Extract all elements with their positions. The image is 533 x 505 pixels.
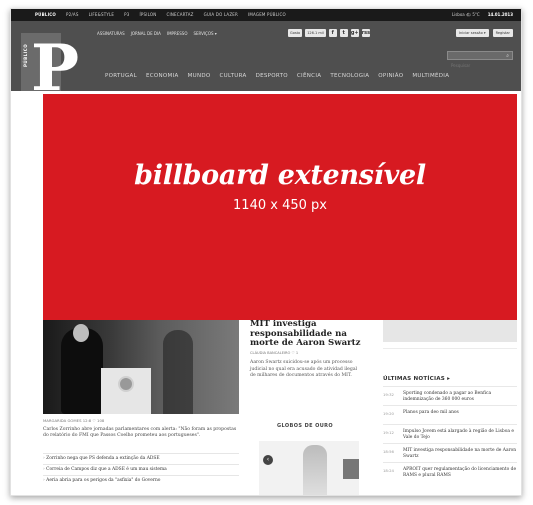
billboard-title: billboard extensível [134,160,426,191]
main-story-meta: MARGARIDA GOMES 12:8 ♡ 108 [43,418,105,423]
search-box: ⌕ [447,51,513,69]
related-link[interactable]: Correia de Campos diz que a ADSE é um ma… [43,464,239,475]
header-subnav: ASSINATURAS JORNAL DE DIA IMPRESSO SERVI… [97,31,217,36]
search-icon[interactable]: ⌕ [506,53,509,59]
news-item[interactable]: 19:32 Sporting condenado a pagar ao Benf… [383,386,517,405]
nav-opiniao[interactable]: OPINIÃO [378,73,403,79]
news-time: 19:32 [383,392,394,397]
globos-section-title[interactable]: GLOBOS DE OURO [277,423,333,429]
news-text: Planos para deo mil anos [403,410,459,415]
top-nav-p3[interactable]: P3 [124,12,129,17]
auth-buttons: Iniciar sessão ▾ Registar [455,29,513,37]
nav-portugal[interactable]: PORTUGAL [105,73,137,79]
search-input[interactable] [448,62,512,69]
news-text: APROIT quer regulamentação do licenciame… [403,467,517,478]
browser-viewport: PÚBLICO P2/AS LIFE&STYLE P3 ÍPSILON CINE… [10,8,522,496]
photo-shadow [163,330,193,414]
news-time: 19:12 [383,430,394,435]
nav-mundo[interactable]: MUNDO [188,73,211,79]
main-story-lede[interactable]: Carlos Zorrinho abre jornadas parlamenta… [43,427,239,439]
register-button[interactable]: Registar [492,29,513,37]
top-nav-guia-lazer[interactable]: GUIA DO LAZER [204,12,238,17]
top-bar-right: Lisboa 🌤 5°C 14.01.2013 [452,12,513,17]
mid-story-meta: CLÁUDIA BANCALEIRO ♡ 1 [250,351,299,355]
news-text: Impulso Jovem está alargado à região de … [403,429,514,440]
news-item[interactable]: 18:24 APROIT quer regulamentação do lice… [383,462,517,481]
related-link[interactable]: Aeria abria para os perigos da "asfixia"… [43,475,239,486]
subnav-assinaturas[interactable]: ASSINATURAS [97,31,125,36]
top-bar: PÚBLICO P2/AS LIFE&STYLE P3 ÍPSILON CINE… [11,9,521,21]
logo-wordmark: PÚBLICO [23,43,28,67]
photo-seal [118,376,134,392]
news-item[interactable]: 19:12 Impulso Jovem está alargado à regi… [383,424,517,443]
sidebar-ad[interactable] [383,320,517,342]
subnav-servicos[interactable]: SERVIÇOS ▾ [193,31,216,36]
globos-gallery[interactable]: ‹ [259,441,359,495]
nav-desporto[interactable]: DESPORTO [256,73,288,79]
nav-economia[interactable]: ECONOMIA [146,73,179,79]
weather-lisboa: Lisboa 🌤 5°C [451,12,480,17]
news-time: 18:56 [383,449,394,454]
photo-speaker-head [73,324,89,342]
logo-letter: P [31,31,80,106]
gallery-prev-icon[interactable]: ‹ [263,455,273,465]
social-buttons: Gosto 126.1 mil f t g+ rss [288,29,370,37]
main-story-photo[interactable] [43,320,239,414]
top-nav-ipsilon[interactable]: ÍPSILON [140,12,157,17]
current-date: 14.01.2013 [487,12,513,17]
news-item[interactable]: 18:56 MIT investiga responsabilidade na … [383,443,517,462]
news-text: MIT investiga responsabilidade na morte … [403,448,517,459]
top-nav-imagem[interactable]: IMAGEM PÚBLICO [248,12,286,17]
top-nav: PÚBLICO P2/AS LIFE&STYLE P3 ÍPSILON CINE… [35,12,286,17]
latest-news-list: 19:32 Sporting condenado a pagar ao Benf… [383,386,517,481]
mid-story-headline[interactable]: MIT investiga responsabilidade na morte … [250,319,362,349]
nav-tecnologia[interactable]: TECNOLOGIA [330,73,369,79]
billboard-ad[interactable]: billboard extensível 1140 x 450 px [43,94,517,320]
page-frame: PÚBLICO P2/AS LIFE&STYLE P3 ÍPSILON CINE… [0,0,533,505]
news-text: Sporting condenado a pagar ao Benfica in… [403,391,492,402]
related-links: Zorrinho nega que PS defenda a extinção … [43,453,239,486]
nav-cultura[interactable]: CULTURA [220,73,247,79]
news-time: 18:24 [383,468,394,473]
divider [383,348,517,349]
subnav-impresso[interactable]: IMPRESSO [167,31,188,36]
related-link[interactable]: Zorrinho nega que PS defenda a extinção … [43,453,239,464]
ultimas-title[interactable]: ÚLTIMAS NOTÍCIAS ▸ [383,376,450,382]
site-header: PÚBLICO P ASSINATURAS JORNAL DE DIA IMPR… [11,21,521,101]
publico-logo[interactable]: PÚBLICO P [21,33,79,101]
twitter-icon[interactable]: t [339,29,348,37]
news-item[interactable]: 19:20 Planos para deo mil anos [383,405,517,424]
billboard-size: 1140 x 450 px [233,198,327,213]
nav-ciencia[interactable]: CIÊNCIA [297,73,321,79]
subnav-jornal-dia[interactable]: JORNAL DE DIA [131,31,161,36]
top-nav-cinecartaz[interactable]: CINECARTAZ [166,12,193,17]
top-nav-publico[interactable]: PÚBLICO [35,12,56,17]
like-count: 126.1 mil [305,29,326,37]
login-button[interactable]: Iniciar sessão ▾ [455,29,489,37]
gallery-photo [303,445,327,495]
main-nav: PORTUGAL ECONOMIA MUNDO CULTURA DESPORTO… [105,73,449,79]
top-nav-lifestyle[interactable]: LIFE&STYLE [89,12,115,17]
rss-icon[interactable]: rss [361,29,370,37]
top-nav-p2[interactable]: P2/AS [66,12,79,17]
nav-multimedia[interactable]: MULTIMÉDIA [412,73,449,79]
gallery-next-photo [343,459,359,479]
news-time: 19:20 [383,411,394,416]
mid-story-text: Aaron Swartz suicidou-se após um process… [250,360,358,379]
like-button[interactable]: Gosto [288,29,303,37]
google-plus-icon[interactable]: g+ [350,29,359,37]
facebook-icon[interactable]: f [328,29,337,37]
